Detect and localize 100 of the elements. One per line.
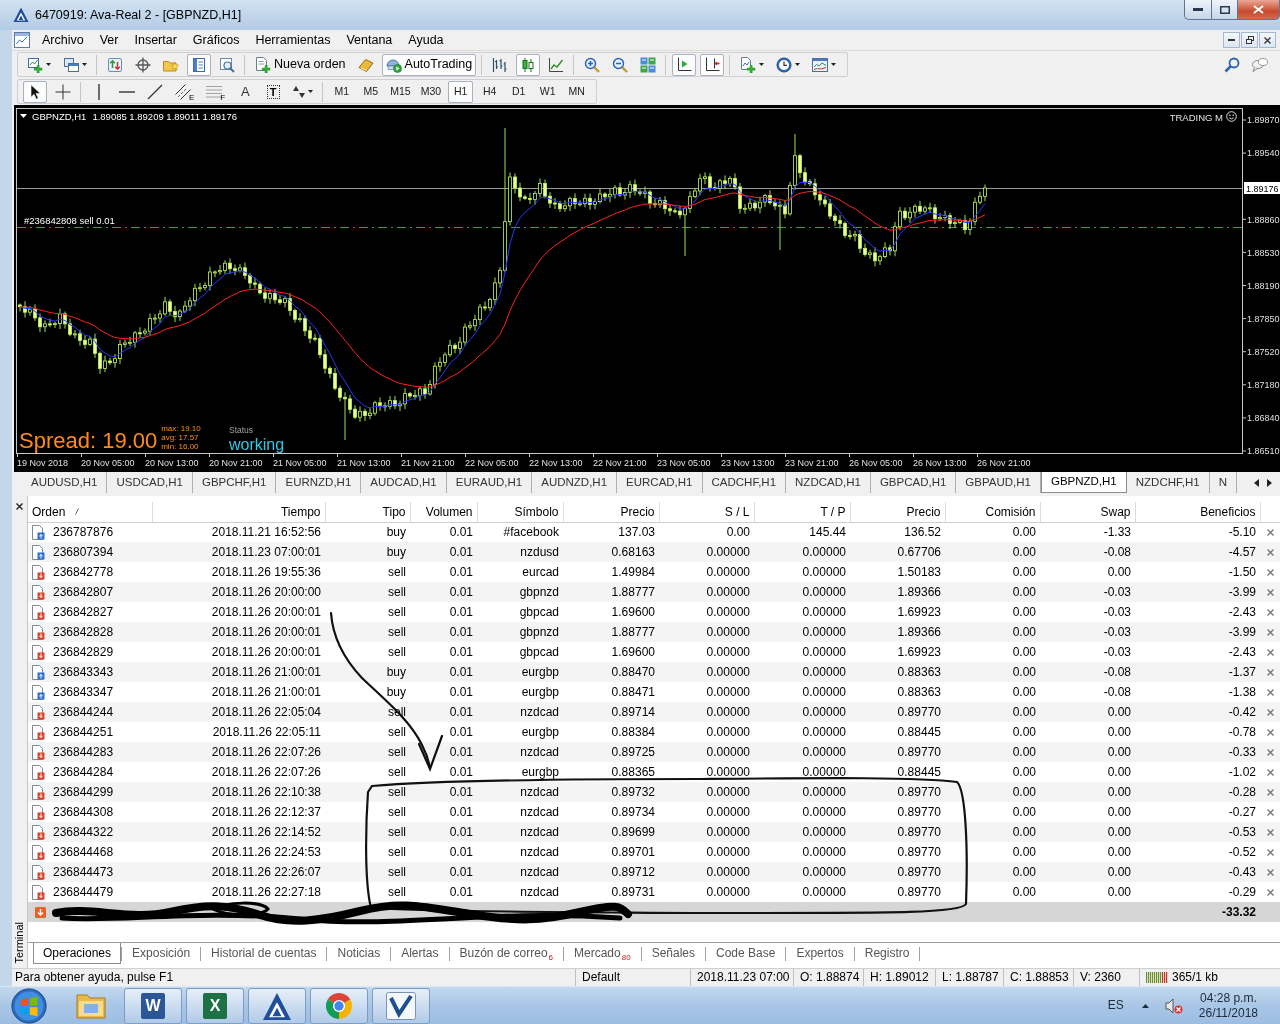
column-header[interactable]: S / L bbox=[659, 502, 754, 522]
text-label-button[interactable]: T bbox=[261, 80, 286, 103]
chart-tab[interactable]: AUDNZD,H1 bbox=[532, 472, 618, 493]
chart-shift-button[interactable] bbox=[700, 53, 725, 76]
autotrading-button[interactable]: AutoTrading bbox=[381, 53, 477, 76]
table-row[interactable]: 236844299 2018.11.26 22:10:38 sell 0.01 nzdcad 0.89732 0.00000 0.00000 0.89770 0.00 0.00 -0.28 bbox=[28, 782, 1280, 802]
timeframe-button[interactable]: M1 bbox=[329, 80, 355, 103]
column-header[interactable]: Comisión bbox=[945, 502, 1040, 522]
cursor-button[interactable] bbox=[23, 80, 47, 103]
table-row[interactable]: 236844473 2018.11.26 22:26:07 sell 0.01 nzdcad 0.89712 0.00000 0.00000 0.89770 0.00 0.00 -0.43 bbox=[28, 862, 1280, 882]
column-header[interactable]: Beneficios bbox=[1135, 502, 1260, 522]
close-button[interactable] bbox=[1259, 32, 1276, 48]
table-row[interactable]: 236844251 2018.11.26 22:05:11 sell 0.01 eurgbp 0.88384 0.00000 0.00000 0.88445 0.00 0.00 -0.78 bbox=[28, 722, 1280, 742]
restore-button[interactable] bbox=[1241, 32, 1258, 48]
chart-tab[interactable]: EURCAD,H1 bbox=[617, 472, 703, 493]
terminal-tab[interactable]: Señales bbox=[641, 943, 705, 964]
chart-tab[interactable]: GBPCHF,H1 bbox=[192, 472, 277, 493]
minimize-button[interactable] bbox=[1184, 0, 1211, 20]
table-row[interactable]: 236842778 2018.11.26 19:55:36 sell 0.01 eurcad 1.49984 0.00000 0.00000 1.50183 0.00 0.00 -1.50 bbox=[28, 562, 1280, 582]
terminal-tab[interactable]: Registro bbox=[854, 943, 920, 964]
table-row[interactable]: 236844283 2018.11.26 22:07:26 sell 0.01 nzdcad 0.89725 0.00000 0.00000 0.89770 0.00 0.00 -0.33 bbox=[28, 742, 1280, 762]
table-row[interactable]: 236842827 2018.11.26 20:00:01 sell 0.01 gbpcad 1.69600 0.00000 0.00000 1.69923 0.00 -0.03 -2.43 bbox=[28, 602, 1280, 622]
maximize-button[interactable] bbox=[1211, 0, 1237, 20]
taskbar-button[interactable] bbox=[372, 987, 430, 1024]
autoscroll-button[interactable] bbox=[672, 53, 697, 76]
table-row[interactable]: 236787876 2018.11.21 16:52:56 buy 0.01 #facebook 137.03 0.00 145.44 136.52 0.00 -1.33 -5.10 bbox=[28, 522, 1280, 542]
speaker-muted-icon[interactable] bbox=[1164, 997, 1183, 1014]
menu-item[interactable]: Ventana bbox=[338, 31, 401, 49]
table-row[interactable]: 236843347 2018.11.26 21:00:01 buy 0.01 eurgbp 0.88471 0.00000 0.00000 0.88363 0.00 -0.08 -1.38 bbox=[28, 682, 1280, 702]
chart-tab[interactable]: AUDCAD,H1 bbox=[361, 472, 447, 493]
timeframe-button[interactable]: W1 bbox=[535, 80, 561, 103]
chart-tab[interactable]: EURNZD,H1 bbox=[276, 472, 362, 493]
scroll-left-icon[interactable] bbox=[1254, 478, 1259, 487]
taskbar-button[interactable] bbox=[248, 987, 306, 1024]
terminal-tab[interactable]: Code Base bbox=[706, 943, 786, 964]
table-row[interactable]: 236842829 2018.11.26 20:00:01 sell 0.01 gbpcad 1.69600 0.00000 0.00000 1.69923 0.00 -0.03 -2.43 bbox=[28, 642, 1280, 662]
caret-up-icon[interactable] bbox=[1141, 1003, 1149, 1008]
dropdown-triangle-icon[interactable] bbox=[20, 114, 27, 118]
timeframe-button[interactable]: M30 bbox=[417, 80, 445, 103]
table-row[interactable]: 236842828 2018.11.26 20:00:01 sell 0.01 gbpnzd 1.88777 0.00000 0.00000 1.89366 0.00 -0.03 -3.99 bbox=[28, 622, 1280, 642]
chart-tab[interactable]: GBPCAD,H1 bbox=[870, 472, 957, 493]
table-row[interactable]: 236843343 2018.11.26 21:00:01 buy 0.01 eurgbp 0.88470 0.00000 0.00000 0.88363 0.00 -0.08 -1.37 bbox=[28, 662, 1280, 682]
chart-tab[interactable]: GBPNZD,H1 bbox=[1040, 472, 1127, 493]
channel-button[interactable]: E bbox=[171, 80, 199, 103]
timeframe-button[interactable]: H1 bbox=[448, 80, 474, 103]
chart-tab[interactable]: NZDCHF,H1 bbox=[1126, 472, 1210, 493]
column-header[interactable]: Orden bbox=[32, 504, 66, 519]
candlestick-chart-button[interactable] bbox=[516, 53, 541, 76]
clock-date[interactable]: 26/11/2018 bbox=[1198, 1005, 1258, 1021]
column-header[interactable]: Tiempo bbox=[152, 502, 325, 522]
text-button[interactable]: A bbox=[233, 80, 258, 103]
terminal-button[interactable] bbox=[187, 53, 211, 76]
clock-time[interactable]: 04:28 p.m. bbox=[1200, 990, 1257, 1006]
menu-item[interactable]: Ayuda bbox=[400, 31, 452, 49]
terminal-tab[interactable]: Operaciones bbox=[33, 943, 122, 964]
terminal-tab[interactable]: Noticias bbox=[327, 943, 391, 964]
terminal-tab[interactable]: Exposición bbox=[122, 943, 201, 964]
terminal-tab[interactable]: Alertas bbox=[391, 943, 449, 964]
timeframe-button[interactable]: H4 bbox=[477, 80, 503, 103]
menu-item[interactable]: Herramientas bbox=[247, 31, 339, 49]
terminal-tab[interactable]: Expertos bbox=[786, 943, 854, 964]
menu-item[interactable]: Ver bbox=[91, 31, 127, 49]
column-header[interactable]: T / P bbox=[754, 502, 850, 522]
taskbar-button[interactable] bbox=[310, 987, 368, 1024]
table-row[interactable]: 236842807 2018.11.26 20:00:00 sell 0.01 gbpnzd 1.88777 0.00000 0.00000 1.89366 0.00 -0.03 -3.99 bbox=[28, 582, 1280, 602]
timeframe-button[interactable]: D1 bbox=[506, 80, 532, 103]
table-row[interactable]: 236844322 2018.11.26 22:14:52 sell 0.01 nzdcad 0.89699 0.00000 0.00000 0.89770 0.00 0.00 -0.53 bbox=[28, 822, 1280, 842]
new-order-button[interactable]: Nueva orden bbox=[251, 53, 350, 76]
chart-tab[interactable]: N bbox=[1209, 472, 1237, 493]
language-indicator[interactable]: ES bbox=[1107, 998, 1124, 1013]
table-row[interactable]: 236844284 2018.11.26 22:07:26 sell 0.01 eurgbp 0.88365 0.00000 0.00000 0.88445 0.00 0.00 -1.02 bbox=[28, 762, 1280, 782]
minimize-button[interactable] bbox=[1223, 32, 1240, 48]
chart-tab[interactable]: AUDUSD,H1 bbox=[22, 472, 108, 493]
menu-item[interactable]: Gráficos bbox=[184, 31, 248, 49]
timeframe-button[interactable]: MN bbox=[564, 80, 590, 103]
chart-tab[interactable]: NZDCAD,H1 bbox=[786, 472, 871, 493]
column-header[interactable]: Precio bbox=[563, 502, 659, 522]
taskbar-button[interactable]: W bbox=[124, 987, 182, 1024]
column-header[interactable]: Swap bbox=[1040, 502, 1135, 522]
chart-tab[interactable]: GBPAUD,H1 bbox=[956, 472, 1041, 493]
chart-tab[interactable]: CADCHF,H1 bbox=[702, 472, 787, 493]
column-header[interactable]: Volumen bbox=[410, 502, 477, 522]
table-row[interactable]: 236844468 2018.11.26 22:24:53 sell 0.01 nzdcad 0.89701 0.00000 0.00000 0.89770 0.00 0.00 -0.52 bbox=[28, 842, 1280, 862]
table-row[interactable]: 236844308 2018.11.26 22:12:37 sell 0.01 nzdcad 0.89734 0.00000 0.00000 0.89770 0.00 0.00 -0.27 bbox=[28, 802, 1280, 822]
timeframe-button[interactable]: M15 bbox=[387, 80, 414, 103]
column-header[interactable]: Precio bbox=[850, 502, 945, 522]
close-icon[interactable] bbox=[16, 503, 23, 510]
menu-item[interactable]: Archivo bbox=[34, 31, 92, 49]
taskbar-button[interactable]: X bbox=[186, 987, 244, 1024]
terminal-tab[interactable]: Historial de cuentas bbox=[201, 943, 327, 964]
menu-item[interactable]: Insertar bbox=[126, 31, 185, 49]
table-row[interactable]: 236807394 2018.11.23 07:00:01 buy 0.01 nzdusd 0.68163 0.00000 0.00000 0.67706 0.00 -0.08 -4.57 bbox=[28, 542, 1280, 562]
column-header[interactable]: Tipo bbox=[325, 502, 410, 522]
table-row[interactable]: 236844479 2018.11.26 22:27:18 sell 0.01 nzdcad 0.89731 0.00000 0.00000 0.89770 0.00 0.00 -0.29 bbox=[28, 882, 1280, 902]
timeframe-button[interactable]: M5 bbox=[358, 80, 384, 103]
chart-tab[interactable]: EURAUD,H1 bbox=[446, 472, 533, 493]
chart-tab[interactable]: USDCAD,H1 bbox=[107, 472, 193, 493]
fibonacci-button[interactable]: F bbox=[202, 80, 230, 103]
scroll-right-icon[interactable] bbox=[1267, 478, 1272, 487]
column-header[interactable]: Símbolo bbox=[477, 502, 563, 522]
